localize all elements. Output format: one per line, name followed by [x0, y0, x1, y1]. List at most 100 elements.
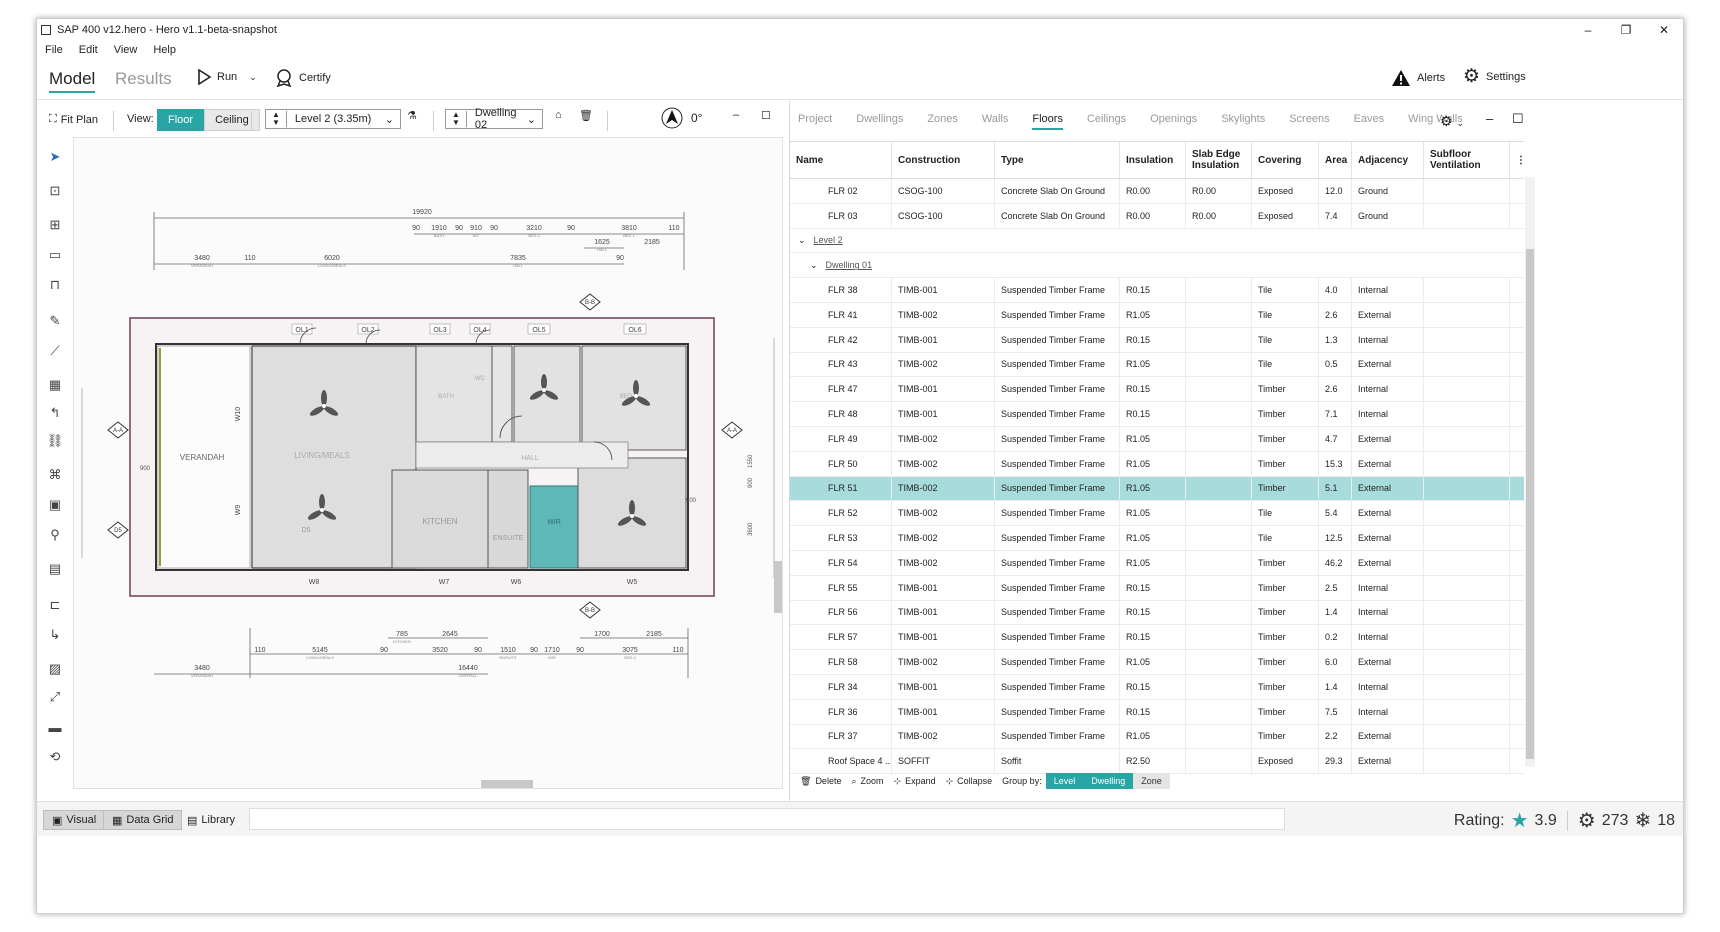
cell-type[interactable]: Suspended Timber Frame [995, 302, 1120, 327]
dwelling-select[interactable]: ▲ ▼ Dwelling 02 ⌄ [445, 107, 543, 131]
bend-tool-icon[interactable]: ↰ [47, 405, 63, 421]
cell-construction[interactable]: TIMB-001 [892, 327, 995, 352]
cell-construction[interactable]: TIMB-001 [892, 600, 995, 625]
cell-adjacency[interactable]: External [1352, 426, 1424, 451]
rectangle-tool-icon[interactable]: ▭ [47, 247, 63, 263]
cell-name[interactable]: FLR 41 [790, 302, 892, 327]
cell-subfloor-ventilation[interactable] [1424, 203, 1510, 228]
cell-slab-edge[interactable] [1186, 476, 1252, 501]
data-grid-button[interactable]: ▦ Data Grid [103, 810, 183, 830]
room-bath[interactable] [415, 345, 493, 443]
cell-area[interactable]: 6.0 [1319, 650, 1352, 674]
scrollbar-thumb[interactable] [1526, 249, 1534, 759]
cell-name[interactable]: FLR 51 [790, 476, 892, 501]
opening-label[interactable]: OL2 [361, 327, 374, 334]
table-tool-icon[interactable]: ▤ [47, 561, 63, 577]
cell-slab-edge[interactable] [1186, 302, 1252, 327]
cell-area[interactable]: 0.2 [1319, 625, 1352, 650]
cell-adjacency[interactable]: External [1352, 302, 1424, 327]
cell-area[interactable]: 1.4 [1319, 674, 1352, 699]
opening-label[interactable]: W8 [309, 579, 320, 586]
paint-tool-icon[interactable]: ✎ [47, 313, 63, 329]
cell-adjacency[interactable]: External [1352, 650, 1424, 674]
cell-insulation[interactable]: R1.05 [1120, 501, 1186, 526]
plan-vertical-scrollbar[interactable] [773, 141, 783, 781]
grid-tool-icon[interactable]: ⊞ [47, 217, 63, 233]
opening-label[interactable]: OL5 [532, 327, 545, 334]
cell-type[interactable]: Concrete Slab On Ground [995, 203, 1120, 228]
col-adjacency[interactable]: Adjacency [1352, 142, 1424, 178]
table-row[interactable]: FLR 54 TIMB-002 Suspended Timber Frame R1.0… [790, 550, 1524, 576]
level-settings-icon[interactable]: ⚗ [407, 109, 417, 122]
cell-type[interactable]: Suspended Timber Frame [995, 699, 1120, 724]
cell-area[interactable]: 4.0 [1319, 278, 1352, 302]
cell-construction[interactable]: CSOG-100 [892, 179, 995, 203]
cell-insulation[interactable]: R0.15 [1120, 575, 1186, 600]
cell-name[interactable]: FLR 52 [790, 501, 892, 526]
cell-adjacency[interactable]: Internal [1352, 699, 1424, 724]
cell-covering[interactable]: Timber [1252, 724, 1319, 749]
cell-type[interactable]: Suspended Timber Frame [995, 451, 1120, 476]
cell-construction[interactable]: TIMB-002 [892, 501, 995, 526]
cell-area[interactable]: 5.1 [1319, 476, 1352, 501]
table-row[interactable]: FLR 49 TIMB-002 Suspended Timber Frame R1.0… [790, 426, 1524, 452]
cell-construction[interactable]: SOFFIT [892, 749, 995, 774]
cell-insulation[interactable]: R1.05 [1120, 526, 1186, 550]
cell-name[interactable]: Roof Space 4 ... [790, 749, 892, 774]
cell-area[interactable]: 46.2 [1319, 550, 1352, 575]
cell-name[interactable]: FLR 54 [790, 550, 892, 575]
cell-covering[interactable]: Timber [1252, 426, 1319, 451]
cell-type[interactable]: Suspended Timber Frame [995, 278, 1120, 302]
image-tool-icon[interactable]: ▨ [47, 661, 63, 677]
table-row[interactable]: FLR 57 TIMB-001 Suspended Timber Frame R0.1… [790, 625, 1524, 651]
tab-results[interactable]: Results [115, 69, 172, 89]
cell-type[interactable]: Suspended Timber Frame [995, 550, 1120, 575]
cell-construction[interactable]: TIMB-002 [892, 550, 995, 575]
cell-insulation[interactable]: R0.15 [1120, 327, 1186, 352]
cell-construction[interactable]: TIMB-002 [892, 724, 995, 749]
cell-insulation[interactable]: R0.15 [1120, 377, 1186, 402]
cell-slab-edge[interactable]: R0.00 [1186, 203, 1252, 228]
col-construction[interactable]: Construction [892, 142, 995, 178]
cell-slab-edge[interactable] [1186, 749, 1252, 774]
cell-type[interactable]: Suspended Timber Frame [995, 625, 1120, 650]
expand-button[interactable]: ⊹ Expand [894, 776, 936, 787]
table-row[interactable]: FLR 58 TIMB-002 Suspended Timber Frame R1.0… [790, 650, 1524, 675]
cell-covering[interactable]: Timber [1252, 650, 1319, 674]
north-arrow-button[interactable]: 0° [661, 107, 702, 129]
cell-construction[interactable]: TIMB-002 [892, 302, 995, 327]
cell-adjacency[interactable]: External [1352, 501, 1424, 526]
cell-name[interactable]: FLR 49 [790, 426, 892, 451]
cell-name[interactable]: FLR 36 [790, 699, 892, 724]
cell-area[interactable]: 29.3 [1319, 749, 1352, 774]
tab-openings[interactable]: Openings [1150, 113, 1197, 130]
cell-name[interactable]: FLR 38 [790, 278, 892, 302]
cell-type[interactable]: Suspended Timber Frame [995, 352, 1120, 377]
room-wc[interactable] [491, 345, 513, 443]
opening-label[interactable]: OL3 [433, 327, 446, 334]
cell-slab-edge[interactable] [1186, 724, 1252, 749]
cell-construction[interactable]: TIMB-001 [892, 575, 995, 600]
cell-area[interactable]: 7.1 [1319, 402, 1352, 426]
stepper-icon[interactable]: ▲ ▼ [446, 111, 467, 127]
table-row[interactable]: FLR 55 TIMB-001 Suspended Timber Frame R0.1… [790, 575, 1524, 601]
cell-construction[interactable]: TIMB-001 [892, 699, 995, 724]
cell-subfloor-ventilation[interactable] [1424, 327, 1510, 352]
cell-subfloor-ventilation[interactable] [1424, 674, 1510, 699]
cell-type[interactable]: Soffit [995, 749, 1120, 774]
col-insulation[interactable]: Insulation [1120, 142, 1186, 178]
cell-insulation[interactable]: R0.15 [1120, 278, 1186, 302]
cell-insulation[interactable]: R0.15 [1120, 600, 1186, 625]
hatch-tool-icon[interactable]: ▦ [47, 377, 63, 393]
minimize-button[interactable]: – [1569, 19, 1607, 41]
cell-subfloor-ventilation[interactable] [1424, 402, 1510, 426]
alerts-button[interactable]: Alerts [1391, 69, 1445, 87]
cell-name[interactable]: FLR 37 [790, 724, 892, 749]
room-wir[interactable] [529, 485, 579, 569]
cell-area[interactable]: 2.6 [1319, 302, 1352, 327]
cell-type[interactable]: Suspended Timber Frame [995, 650, 1120, 674]
cell-area[interactable]: 15.3 [1319, 451, 1352, 476]
cell-covering[interactable]: Exposed [1252, 749, 1319, 774]
cell-covering[interactable]: Timber [1252, 377, 1319, 402]
section-marker[interactable]: B-B [579, 293, 601, 311]
